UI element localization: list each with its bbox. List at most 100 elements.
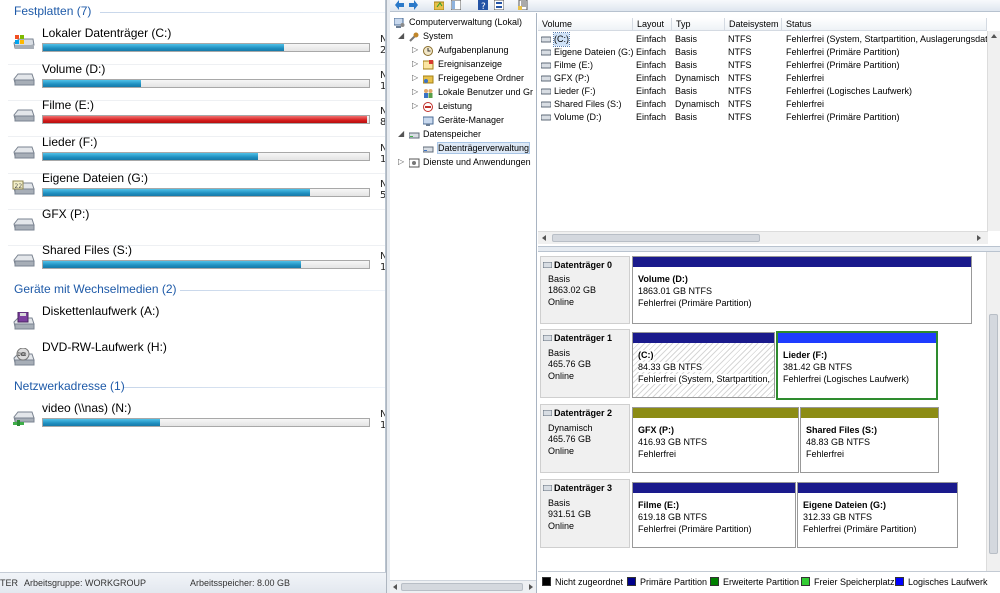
storage-icon <box>409 132 420 139</box>
volume-row[interactable]: (C:) Einfach Basis NTFS Fehlerfrei (Syst… <box>538 32 1000 47</box>
group-header-network[interactable]: Netzwerkadresse (1) <box>0 377 385 397</box>
drive-item-f[interactable]: Lieder (F:) N1 <box>0 135 385 174</box>
collapse-arrow-icon[interactable]: ◢ <box>398 129 407 138</box>
scroll-left-icon[interactable] <box>392 584 398 590</box>
forward-arrow-icon[interactable] <box>408 0 418 10</box>
drive-item-e[interactable]: Filme (E:) N8 <box>0 98 385 137</box>
partition-p[interactable]: GFX (P:) 416.93 GB NTFS Fehlerfrei <box>632 407 799 473</box>
volume-row[interactable]: Filme (E:) Einfach Basis NTFS Fehlerfrei… <box>538 59 1000 72</box>
col-header-layout[interactable]: Layout <box>633 18 672 31</box>
memory-label: Arbeitsspeicher: 8.00 GB <box>190 578 291 588</box>
disk-3-label[interactable]: Datenträger 3 Basis 931.51 GB Online <box>540 479 630 548</box>
drive-with-folder-icon: 22 <box>12 180 35 195</box>
partition-e[interactable]: Filme (E:) 619.18 GB NTFS Fehlerfrei (Pr… <box>632 482 796 548</box>
hard-drive-icon <box>13 146 35 159</box>
back-arrow-icon[interactable] <box>395 0 405 10</box>
volume-list-horizontal-scrollbar[interactable] <box>538 231 988 244</box>
show-hide-tree-icon[interactable] <box>451 0 461 10</box>
group-header-removable[interactable]: Geräte mit Wechselmedien (2) <box>0 280 385 300</box>
device-manager-icon <box>423 116 434 126</box>
tree-item-disk-management[interactable]: Datenträgerverwaltung <box>412 142 536 156</box>
drive-item-g[interactable]: 22 Eigene Dateien (G:) N5 <box>0 171 385 210</box>
expand-arrow-icon[interactable]: ▷ <box>412 87 421 96</box>
disk-0-label[interactable]: Datenträger 0 Basis 1863.02 GB Online <box>540 256 630 324</box>
volume-icon <box>541 62 551 69</box>
scroll-thumb[interactable] <box>552 234 760 242</box>
drive-item-c[interactable]: Lokaler Datenträger (C:) N2 <box>0 26 385 65</box>
drive-item-n[interactable]: video (\\nas) (N:) N1 <box>0 401 385 437</box>
scroll-thumb[interactable] <box>989 314 998 554</box>
partition-g[interactable]: Eigene Dateien (G:) 312.33 GB NTFS Fehle… <box>797 482 958 548</box>
group-title: Geräte mit Wechselmedien (2) <box>14 282 177 296</box>
help-icon[interactable]: ? <box>478 0 488 10</box>
volume-row[interactable]: Eigene Dateien (G:) Einfach Basis NTFS F… <box>538 46 1000 59</box>
disk-1-label[interactable]: Datenträger 1 Basis 465.76 GB Online <box>540 329 630 398</box>
scroll-left-icon[interactable] <box>541 235 547 241</box>
partition-c[interactable]: (C:) 84.33 GB NTFS Fehlerfrei (System, S… <box>632 332 775 398</box>
drive-item-a[interactable]: Diskettenlaufwerk (A:) <box>0 304 385 340</box>
scroll-up-icon[interactable] <box>991 33 997 39</box>
drive-name: Lieder (F:) <box>42 135 98 149</box>
volume-list-vertical-scrollbar[interactable] <box>987 31 1000 231</box>
explorer-status-bar: TER Arbeitsgruppe: WORKGROUP Arbeitsspei… <box>0 572 386 593</box>
legend-swatch <box>801 577 810 586</box>
volume-row[interactable]: Volume (D:) Einfach Basis NTFS Fehlerfre… <box>538 111 1000 124</box>
properties-icon[interactable] <box>494 0 504 10</box>
drive-item-p[interactable]: GFX (P:) <box>0 207 385 246</box>
col-header-volume[interactable]: Volume <box>538 18 633 31</box>
event-viewer-icon <box>423 60 434 70</box>
expand-arrow-icon[interactable]: ▷ <box>412 45 421 54</box>
expand-arrow-icon[interactable]: ▷ <box>412 59 421 68</box>
scroll-right-icon[interactable] <box>976 235 982 241</box>
up-folder-icon[interactable] <box>434 0 444 10</box>
drive-name: Eigene Dateien (G:) <box>42 171 149 185</box>
scroll-right-icon[interactable] <box>528 584 534 590</box>
group-header-hard-disks[interactable]: Festplatten (7) <box>0 2 385 22</box>
drive-usage-bar <box>42 43 370 52</box>
col-header-status[interactable]: Status <box>782 18 987 31</box>
expand-arrow-icon[interactable]: ▷ <box>412 101 421 110</box>
drive-item-d[interactable]: Volume (D:) N1 <box>0 62 385 101</box>
tree-item-event-viewer[interactable]: ▷ Ereignisanzeige <box>412 59 536 72</box>
drive-name: Diskettenlaufwerk (A:) <box>42 304 160 318</box>
drive-item-h[interactable]: DVD DVD-RW-Laufwerk (H:) <box>0 340 385 376</box>
disk-2-label[interactable]: Datenträger 2 Dynamisch 465.76 GB Online <box>540 404 630 473</box>
scroll-thumb[interactable] <box>401 583 523 591</box>
tree-horizontal-scrollbar[interactable] <box>390 580 536 593</box>
drive-item-s[interactable]: Shared Files (S:) N1 <box>0 243 385 279</box>
volume-icon <box>541 101 551 108</box>
tree-item-storage[interactable]: ◢ Datenspeicher <box>398 129 536 142</box>
drive-name: Volume (D:) <box>42 62 106 76</box>
disk-icon <box>543 262 552 268</box>
drive-name: Lokaler Datenträger (C:) <box>42 26 172 40</box>
volume-list: Volume Layout Typ Dateisystem Status (C:… <box>538 13 1000 246</box>
disk-view-vertical-scrollbar[interactable] <box>986 252 1000 571</box>
collapse-arrow-icon[interactable]: ◢ <box>398 31 407 40</box>
partition-d[interactable]: Volume (D:) 1863.01 GB NTFS Fehlerfrei (… <box>632 256 972 324</box>
expand-arrow-icon[interactable]: ▷ <box>398 157 407 166</box>
tree-item-local-users[interactable]: ▷ Lokale Benutzer und Gr <box>412 87 536 100</box>
drive-usage-bar <box>42 79 370 88</box>
tree-item-computer-management[interactable]: Computerverwaltung (Lokal) <box>392 17 536 30</box>
tree-item-shared-folders[interactable]: ▷ Freigegebene Ordner <box>412 73 536 86</box>
volume-row[interactable]: Shared Files (S:) Einfach Dynamisch NTFS… <box>538 98 1000 111</box>
volume-row[interactable]: GFX (P:) Einfach Dynamisch NTFS Fehlerfr… <box>538 72 1000 85</box>
mmc-toolbar: ? <box>390 0 1000 12</box>
volume-row[interactable]: Lieder (F:) Einfach Basis NTFS Fehlerfre… <box>538 85 1000 98</box>
tree-item-device-manager[interactable]: Geräte-Manager <box>412 115 536 128</box>
tree-item-performance[interactable]: ▷ Leistung <box>412 101 536 114</box>
drive-usage-bar <box>42 188 370 197</box>
volume-icon <box>541 114 551 121</box>
col-header-filesystem[interactable]: Dateisystem <box>725 18 782 31</box>
legend-swatch <box>542 577 551 586</box>
col-header-type[interactable]: Typ <box>672 18 725 31</box>
workgroup-label: Arbeitsgruppe: WORKGROUP <box>24 578 147 588</box>
export-list-icon[interactable] <box>518 0 528 10</box>
partition-f[interactable]: Lieder (F:) 381.42 GB NTFS Fehlerfrei (L… <box>776 331 938 400</box>
partition-s[interactable]: Shared Files (S:) 48.83 GB NTFS Fehlerfr… <box>800 407 939 473</box>
console-tree: Computerverwaltung (Lokal) ◢ System ▷ Au… <box>390 13 537 593</box>
expand-arrow-icon[interactable]: ▷ <box>412 73 421 82</box>
tree-item-task-scheduler[interactable]: ▷ Aufgabenplanung <box>412 45 536 58</box>
tree-item-services-apps[interactable]: ▷ Dienste und Anwendungen <box>398 157 536 170</box>
tree-item-system[interactable]: ◢ System <box>398 31 536 44</box>
